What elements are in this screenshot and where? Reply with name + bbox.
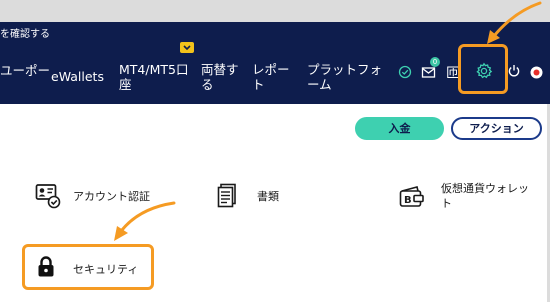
app-window: を確認する ユーポー eWallets MT4/MT5口 座 両替す る レポー…	[0, 0, 550, 302]
browser-top-area	[0, 0, 550, 22]
notice-text[interactable]: を確認する	[0, 25, 50, 40]
nav-item-support[interactable]: ユーポー	[0, 63, 50, 78]
crypto-wallet-link[interactable]: 仮想通貨ウォレッ ト	[441, 181, 529, 211]
notification-badge: 0	[430, 57, 440, 67]
nav-item-exchange[interactable]: 両替す る	[201, 62, 239, 92]
notice-banner	[0, 22, 550, 40]
document-icon[interactable]	[217, 183, 237, 213]
svg-text:B: B	[404, 195, 412, 206]
power-icon[interactable]	[508, 63, 520, 82]
nav-item-ewallets[interactable]: eWallets	[51, 69, 104, 84]
chevron-down-icon[interactable]	[180, 42, 194, 53]
check-circle-icon[interactable]	[398, 64, 412, 83]
arrow-annotation-icon	[106, 198, 178, 248]
action-button[interactable]: アクション	[451, 117, 542, 140]
nav-item-platform[interactable]: プラットフォ ーム	[307, 62, 382, 92]
arrow-annotation-icon	[484, 0, 544, 52]
nav-item-reports[interactable]: レポー ト	[252, 62, 290, 92]
lock-icon[interactable]	[37, 256, 55, 282]
wallet-icon[interactable]: B	[399, 185, 425, 213]
deposit-button[interactable]: 入金	[355, 117, 444, 140]
security-link[interactable]: セキュリティ	[73, 262, 138, 277]
id-card-icon[interactable]	[35, 183, 61, 213]
documents-link[interactable]: 書類	[257, 189, 279, 204]
nav-item-mt4-mt5-accounts[interactable]: MT4/MT5口 座	[119, 62, 188, 92]
flag-japan-icon[interactable]	[530, 64, 543, 83]
